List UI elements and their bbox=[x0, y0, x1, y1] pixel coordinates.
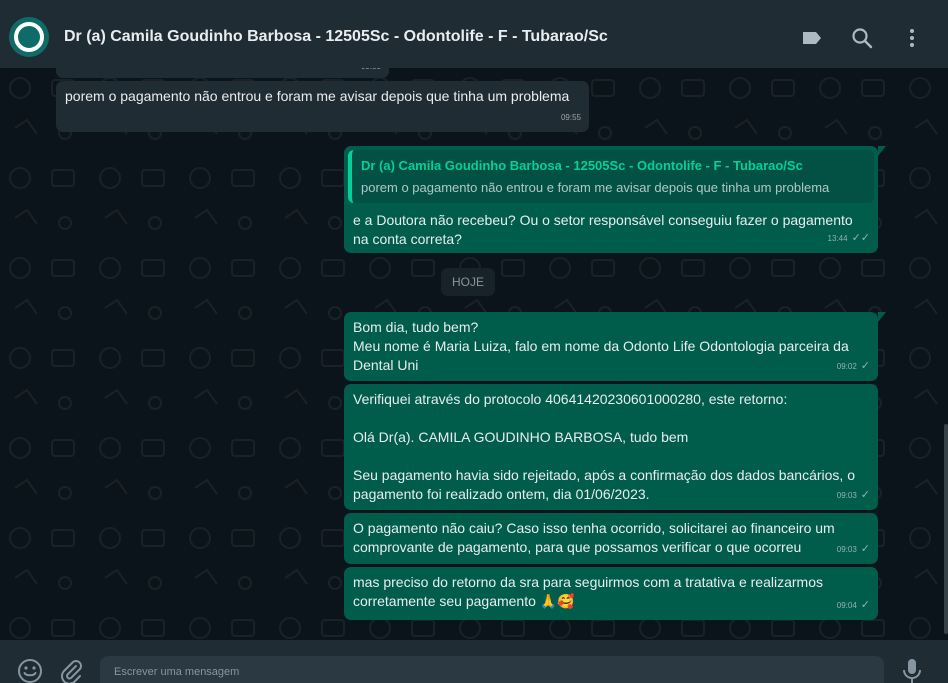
message-text: O pagamento não caiu? Caso isso tenha oc… bbox=[353, 520, 839, 555]
chat-title[interactable]: Dr (a) Camila Goudinho Barbosa - 12505Sc… bbox=[64, 28, 608, 46]
quoted-message[interactable]: Dr (a) Camila Goudinho Barbosa - 12505Sc… bbox=[348, 150, 874, 203]
message-out: mas preciso do retorno da sra para segui… bbox=[344, 567, 878, 620]
message-time: 09:03 bbox=[836, 491, 857, 500]
message-text: Bom dia, tudo bem? Meu nome é Maria Luiz… bbox=[353, 319, 849, 373]
message-text: mas preciso do retorno da sra para segui… bbox=[353, 574, 827, 609]
quoted-text: porem o pagamento não entrou e foram me … bbox=[361, 180, 830, 195]
message-text: porem o pagamento não entrou e foram me … bbox=[65, 88, 570, 104]
message-time: 09:03 bbox=[836, 545, 857, 554]
message-text: e a Doutora não recebeu? Ou o setor resp… bbox=[353, 212, 857, 247]
search-icon[interactable] bbox=[850, 26, 874, 50]
message-time: 09:04 bbox=[836, 601, 857, 610]
message-time: 13:44 bbox=[827, 234, 848, 243]
whatsapp-window: Dr (a) Camila Goudinho Barbosa - 12505Sc… bbox=[0, 0, 948, 683]
message-in: porem o pagamento não entrou e foram me … bbox=[56, 81, 589, 132]
message-out: Bom dia, tudo bem? Meu nome é Maria Luiz… bbox=[344, 312, 886, 381]
double-check-icon: ✓✓ bbox=[851, 232, 870, 244]
mic-icon[interactable] bbox=[899, 658, 925, 683]
check-icon: ✓ bbox=[860, 360, 870, 372]
label-icon[interactable] bbox=[800, 26, 824, 50]
emoji-icon[interactable] bbox=[17, 658, 43, 683]
check-icon: ✓ bbox=[860, 489, 870, 501]
message-time: 09:02 bbox=[836, 362, 857, 371]
scrollbar[interactable] bbox=[944, 424, 948, 634]
composer-bar: Escrever uma mensagem bbox=[0, 640, 948, 683]
avatar[interactable] bbox=[9, 17, 49, 57]
message-in-partial: 09:55 bbox=[56, 68, 389, 78]
check-icon: ✓ bbox=[860, 543, 870, 555]
bubble-tail bbox=[878, 312, 886, 322]
message-input[interactable]: Escrever uma mensagem bbox=[100, 656, 884, 683]
message-list[interactable]: 09:55 porem o pagamento não entrou e for… bbox=[0, 68, 948, 640]
check-icon: ✓ bbox=[860, 599, 870, 611]
message-out-reply: Dr (a) Camila Goudinho Barbosa - 12505Sc… bbox=[344, 146, 886, 253]
message-time: 09:55 bbox=[560, 113, 581, 122]
message-out: O pagamento não caiu? Caso isso tenha oc… bbox=[344, 513, 878, 564]
attach-icon[interactable] bbox=[58, 658, 84, 683]
message-out: Verifiquei através do protocolo 40641420… bbox=[344, 384, 878, 510]
quoted-sender: Dr (a) Camila Goudinho Barbosa - 12505Sc… bbox=[361, 158, 803, 173]
bubble-tail bbox=[878, 146, 886, 156]
date-chip: HOJE bbox=[441, 268, 495, 296]
menu-icon[interactable] bbox=[900, 26, 924, 50]
message-time: 09:55 bbox=[361, 68, 381, 76]
top-strip bbox=[0, 0, 948, 8]
avatar-logo-icon bbox=[9, 17, 49, 57]
chat-header: Dr (a) Camila Goudinho Barbosa - 12505Sc… bbox=[0, 8, 948, 68]
message-text: Verifiquei através do protocolo 40641420… bbox=[353, 391, 855, 502]
